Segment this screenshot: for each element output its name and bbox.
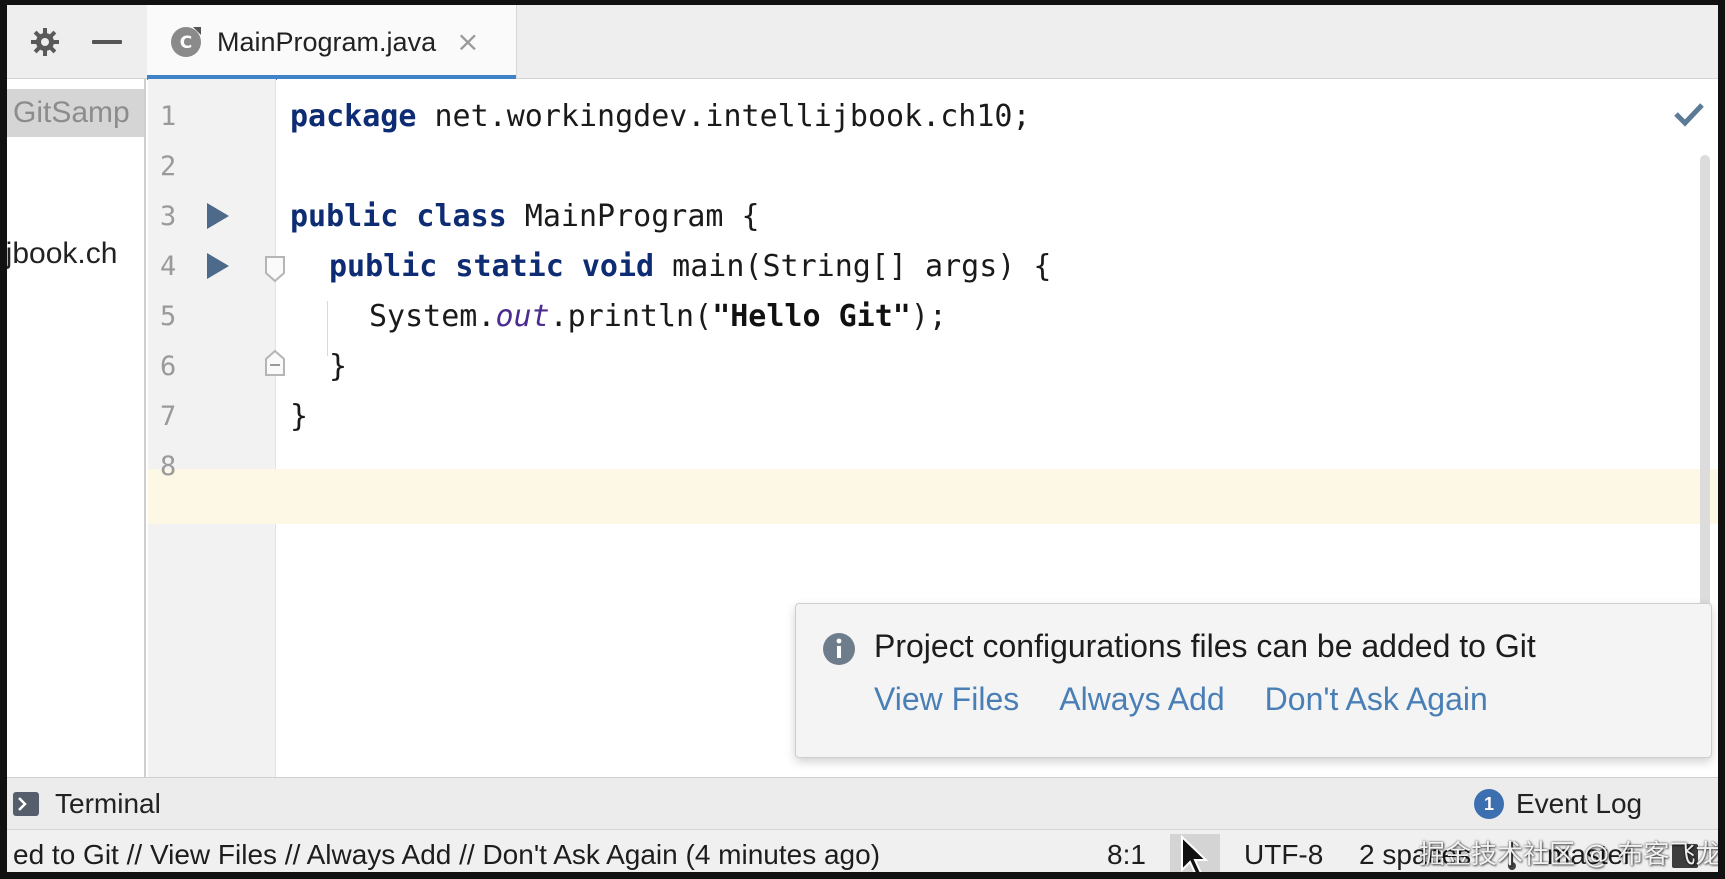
close-tab-icon[interactable]: × (456, 28, 479, 56)
view-files-link[interactable]: View Files (874, 681, 1019, 718)
ide-window: C MainProgram.java × GitSamp ijbook.ch 1… (0, 0, 1725, 879)
editor-scrollbar[interactable] (1700, 155, 1710, 610)
tab-mainprogram-java[interactable]: C MainProgram.java × (147, 5, 517, 80)
keyword: package (290, 99, 417, 134)
static-field: out (495, 299, 550, 334)
java-class-icon: C (169, 25, 203, 59)
string-literal: "Hello Git" (712, 299, 911, 334)
line-number: 1 (160, 101, 177, 132)
status-bar: ed to Git // View Files // Always Add //… (7, 829, 1718, 872)
line-number: 6 (160, 351, 177, 382)
line-number: 3 (160, 201, 177, 232)
event-count-badge: 1 (1474, 789, 1504, 819)
terminal-icon (13, 792, 39, 816)
code-line-5: System.out.println("Hello Git"); (369, 289, 947, 344)
no-problems-check-icon[interactable] (1673, 101, 1705, 127)
keyword: public static void (329, 249, 655, 284)
dont-ask-again-link[interactable]: Don't Ask Again (1265, 681, 1488, 718)
fold-open-icon[interactable] (263, 255, 287, 283)
code-line-6: } (329, 349, 348, 384)
line-number: 4 (160, 251, 177, 282)
status-message[interactable]: ed to Git // View Files // Always Add //… (13, 830, 880, 872)
code-text: net.workingdev.intellijbook.ch10; (416, 99, 1031, 134)
editor-tab-bar: C MainProgram.java × (7, 5, 1718, 80)
keyword: public class (290, 199, 507, 234)
project-tool-window: GitSamp ijbook.ch (7, 79, 146, 777)
info-icon (822, 632, 856, 666)
terminal-label: Terminal (55, 788, 161, 819)
run-class-icon[interactable] (205, 201, 231, 231)
code-line-1: package net.workingdev.intellijbook.ch10… (290, 89, 1031, 144)
line-number: 8 (160, 451, 177, 482)
watermark: 掘金技术社区 @ 布客飞龙 (1419, 840, 1722, 870)
indent-guide (327, 301, 328, 356)
project-panel-tools (7, 5, 142, 79)
project-root-node[interactable]: GitSamp (7, 89, 144, 137)
file-encoding[interactable]: UTF-8 (1244, 830, 1323, 872)
minimize-panel-icon[interactable] (87, 22, 127, 62)
mouse-pointer-icon (1179, 834, 1209, 872)
code-line-4: public static void main(String[] args) { (329, 239, 1051, 294)
fold-close-icon[interactable] (263, 349, 287, 377)
current-line-highlight (148, 469, 1718, 524)
line-number: 2 (160, 151, 177, 182)
code-text: ); (910, 299, 947, 334)
code-line-7: } (290, 399, 309, 434)
caret-position[interactable]: 8:1 (1107, 830, 1146, 872)
code-text: MainProgram { (506, 199, 760, 234)
code-text: main(String[] args) { (654, 249, 1052, 284)
code-text: .println( (549, 299, 713, 334)
event-log-label: Event Log (1516, 788, 1643, 819)
event-log-button[interactable]: 1 Event Log (1474, 778, 1642, 830)
code-text: System. (369, 299, 496, 334)
code-line-3: public class MainProgram { (290, 189, 760, 244)
run-main-icon[interactable] (205, 251, 231, 281)
line-number: 7 (160, 401, 177, 432)
tool-window-bar: Terminal 1 Event Log (7, 777, 1718, 829)
line-number: 5 (160, 301, 177, 332)
notification-message: Project configurations files can be adde… (874, 628, 1536, 664)
settings-gear-icon[interactable] (25, 22, 65, 62)
notification-actions: View Files Always Add Don't Ask Again (874, 681, 1488, 718)
always-add-link[interactable]: Always Add (1059, 681, 1224, 718)
svg-text:C: C (180, 33, 192, 53)
project-root-label: GitSamp (13, 96, 130, 129)
package-node[interactable]: ijbook.ch (7, 237, 117, 271)
tab-filename: MainProgram.java (217, 26, 437, 57)
git-notification-balloon: Project configurations files can be adde… (795, 603, 1712, 758)
terminal-button[interactable]: Terminal (13, 778, 161, 830)
